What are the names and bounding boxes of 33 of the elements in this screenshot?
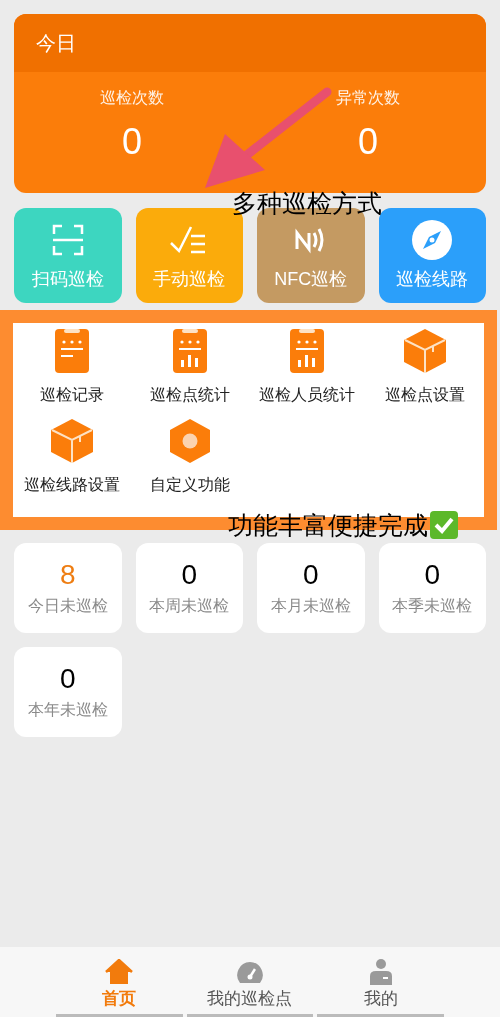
- stat-value: 0: [122, 120, 142, 164]
- cube-icon: [404, 327, 447, 373]
- pending-count: 0: [424, 558, 441, 592]
- pending-count: 0: [181, 558, 198, 592]
- function-button[interactable]: 巡检点设置: [366, 327, 484, 417]
- stat-label: 今日未巡检: [27, 596, 108, 616]
- stat-label: 巡检次数: [100, 88, 164, 108]
- function-button[interactable]: 巡检点统计: [130, 327, 249, 417]
- tab[interactable]: 我的: [317, 947, 444, 1017]
- stat-label: 异常次数: [336, 88, 400, 108]
- pending-count: 0: [302, 558, 319, 592]
- gauge-icon: [236, 961, 264, 985]
- pending-count: 8: [59, 558, 76, 592]
- bar-chart-icon: [172, 327, 207, 373]
- stat-label: 本季未巡检: [392, 596, 473, 616]
- home-icon: [105, 959, 134, 985]
- bar-chart-icon: [290, 327, 325, 373]
- pending-count: 0: [59, 662, 76, 696]
- person-icon: [369, 959, 392, 985]
- compass-icon: [412, 220, 453, 260]
- stat-value: 0: [358, 120, 378, 164]
- function-button[interactable]: 巡检人员统计: [248, 327, 367, 417]
- stat-label: 本周未巡检: [149, 596, 230, 616]
- cube-icon: [50, 417, 93, 463]
- tab[interactable]: 我的巡检点: [186, 947, 314, 1017]
- stat-label: 本年未巡检: [27, 700, 108, 720]
- function-button[interactable]: 巡检线路设置: [13, 417, 131, 507]
- card-title: 今日: [36, 31, 76, 56]
- clipboard-icon: [54, 327, 89, 373]
- function-button[interactable]: 自定义功能: [130, 417, 249, 507]
- hexagon-icon: [169, 417, 210, 463]
- function-button[interactable]: 巡检记录: [13, 327, 131, 417]
- stat-label: 本月未巡检: [270, 596, 351, 616]
